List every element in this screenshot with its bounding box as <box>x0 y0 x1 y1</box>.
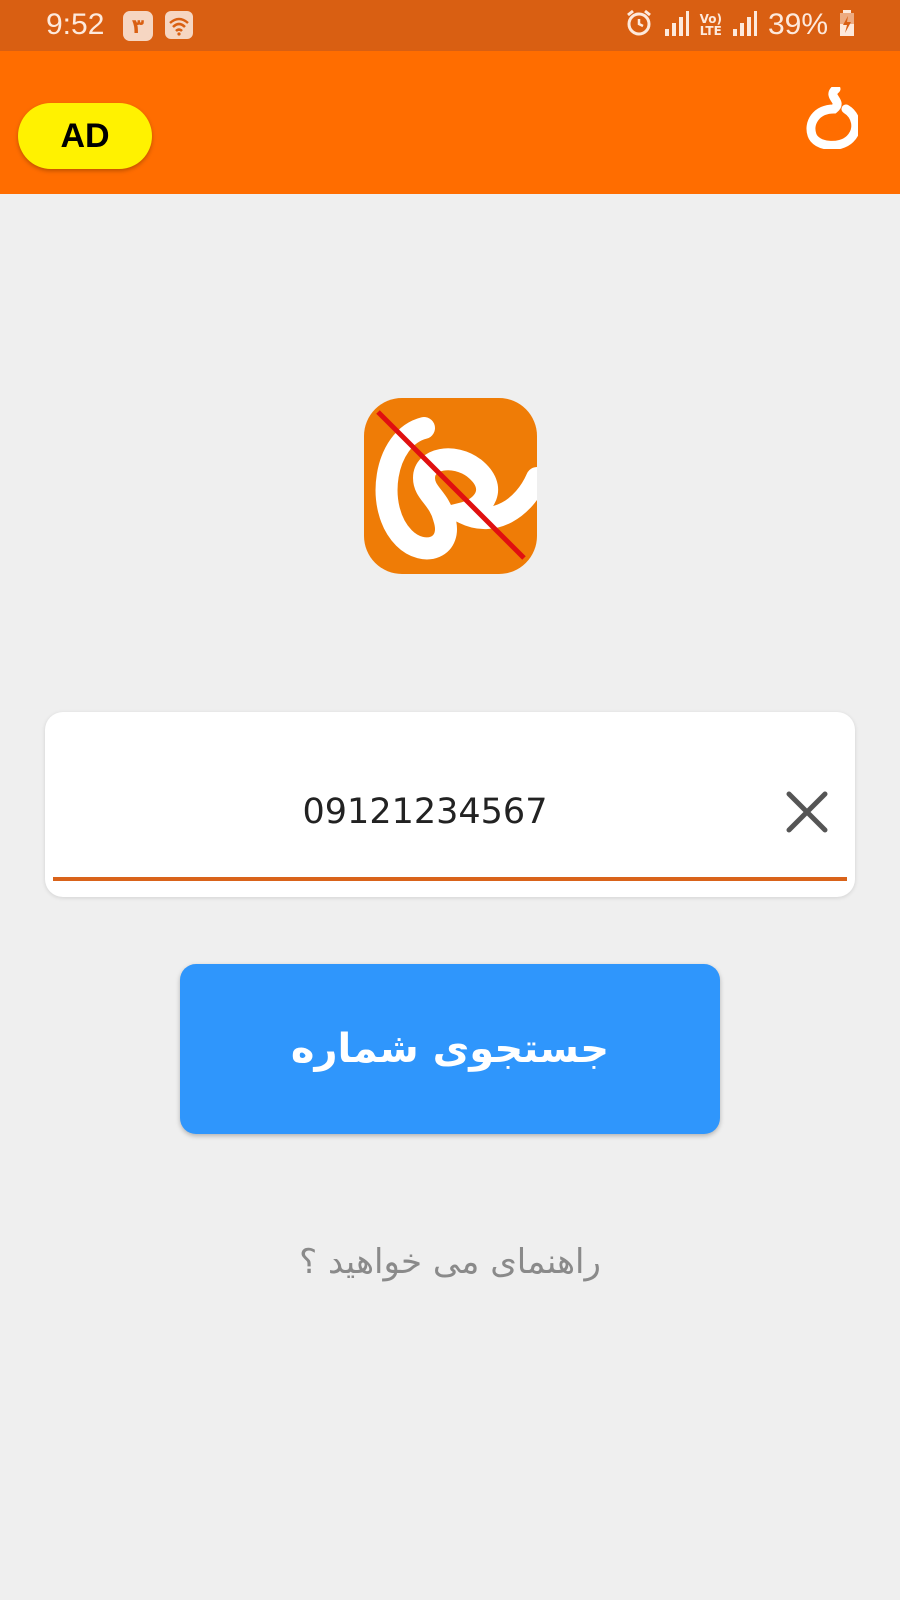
search-card <box>45 712 855 897</box>
status-time: 9:52 <box>46 8 105 41</box>
phone-number-input[interactable] <box>55 772 795 852</box>
notification-badge: ۳ <box>123 11 153 41</box>
brand-logo-icon <box>806 84 861 150</box>
alarm-icon <box>624 8 654 42</box>
input-underline <box>53 877 847 881</box>
signal-icon-2 <box>732 9 758 41</box>
volte-icon: Vo) LTE <box>700 13 722 37</box>
app-icon-logo <box>364 398 548 574</box>
status-bar: 9:52 ۳ Vo) LTE 39% <box>0 0 900 51</box>
app-bar: AD <box>0 51 900 194</box>
battery-percent: 39% <box>767 8 828 41</box>
signal-icon <box>664 9 690 41</box>
status-right-group: Vo) LTE 39% <box>624 7 856 43</box>
ad-button[interactable]: AD <box>18 103 152 169</box>
help-link[interactable]: راهنمای می خواهید ؟ <box>200 1242 700 1298</box>
search-number-button[interactable]: جستجوی شماره <box>180 964 720 1134</box>
volte-label-bottom: LTE <box>699 24 722 38</box>
battery-charging-icon <box>838 9 856 41</box>
wifi-icon <box>165 11 193 39</box>
close-icon[interactable] <box>779 784 835 840</box>
